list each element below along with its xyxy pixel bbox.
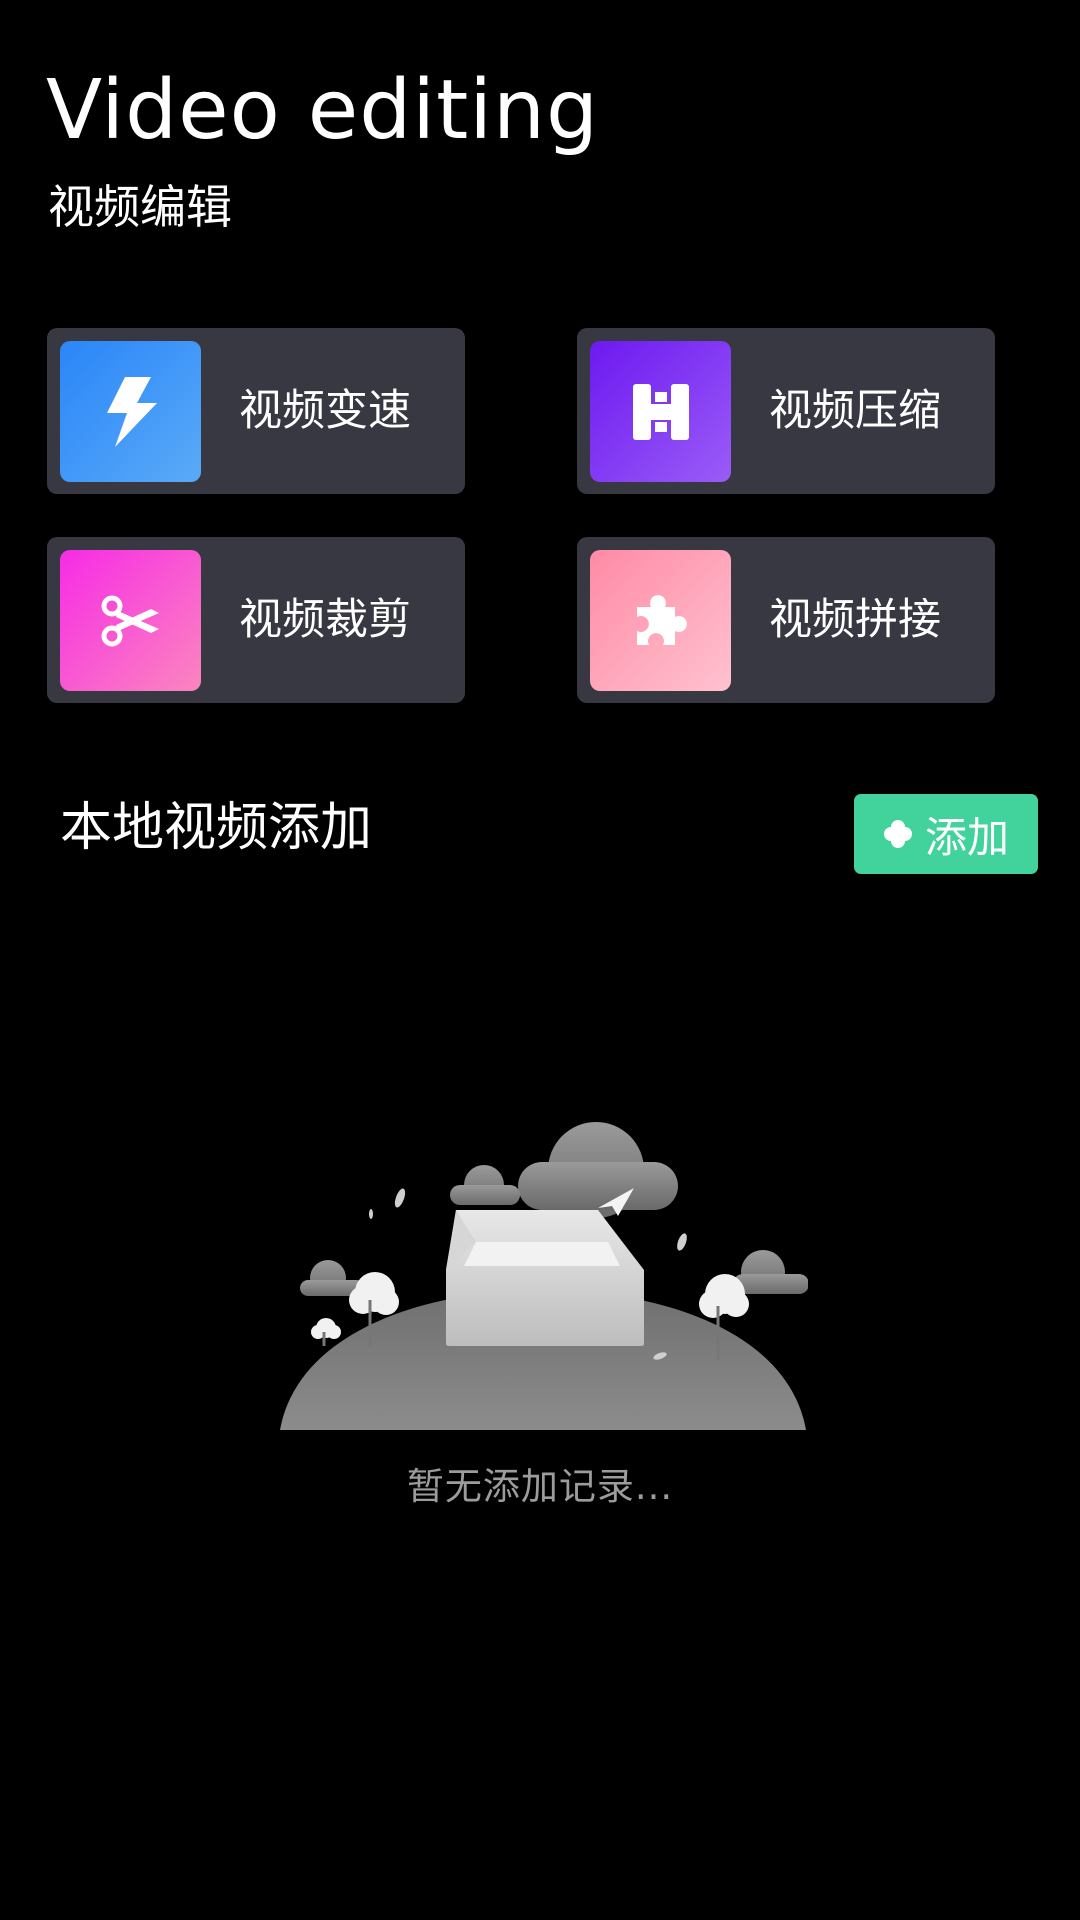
merge-card[interactable]: 视频拼接 <box>577 537 995 703</box>
puzzle-icon <box>590 550 731 691</box>
scissors-icon <box>60 550 201 691</box>
lightning-icon <box>60 341 201 482</box>
empty-box-illustration <box>280 1122 808 1430</box>
add-video-button[interactable]: 添加 <box>854 794 1038 874</box>
crop-label: 视频裁剪 <box>239 595 411 645</box>
crop-card[interactable]: 视频裁剪 <box>47 537 465 703</box>
page-subtitle: 视频编辑 <box>48 180 232 234</box>
page-title: Video editing <box>46 63 600 158</box>
add-button-label: 添加 <box>924 812 1009 862</box>
local-video-title: 本地视频添加 <box>60 798 373 858</box>
clover-icon <box>883 820 912 848</box>
empty-state-text: 暂无添加记录... <box>406 1465 674 1508</box>
speed-card[interactable]: 视频变速 <box>47 328 465 494</box>
merge-label: 视频拼接 <box>769 595 941 645</box>
compress-card[interactable]: 视频压缩 <box>577 328 995 494</box>
compress-icon <box>590 341 731 482</box>
speed-label: 视频变速 <box>239 386 411 436</box>
compress-label: 视频压缩 <box>769 386 941 436</box>
